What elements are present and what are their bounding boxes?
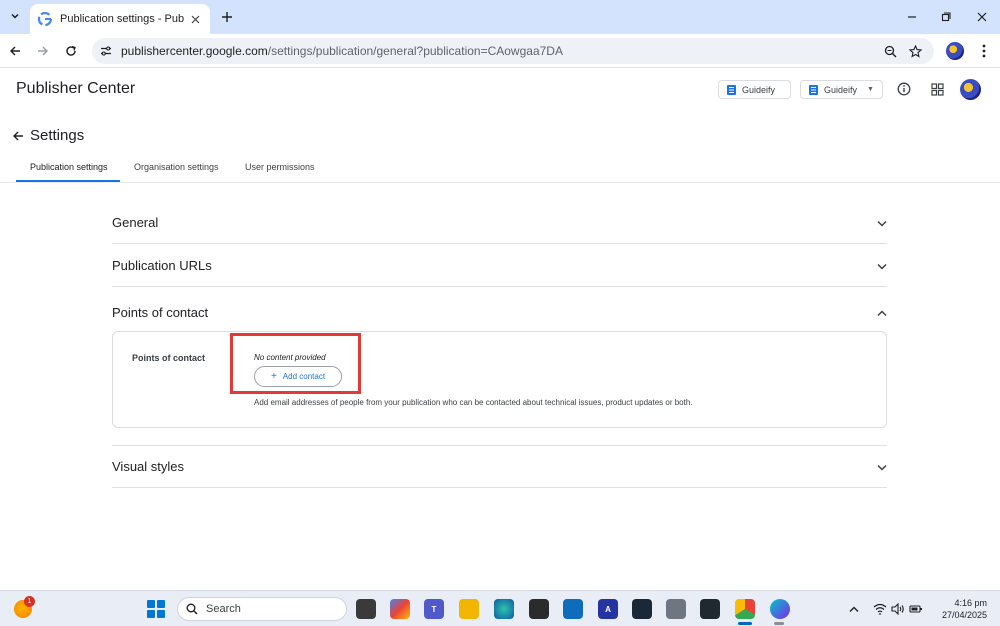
points-of-contact-card: Points of contact No content provided + … [112, 331, 887, 428]
back-arrow-icon[interactable] [11, 129, 25, 143]
minimize-icon[interactable] [903, 8, 921, 26]
section-divider [112, 286, 887, 287]
teams-icon[interactable]: T [424, 599, 444, 619]
info-icon[interactable] [896, 81, 912, 97]
windows-start-icon[interactable] [147, 600, 165, 618]
notification-badge: 1 [24, 596, 35, 607]
canva-open-indicator [774, 622, 784, 625]
task-view-icon[interactable] [356, 599, 376, 619]
bookmark-star-icon[interactable] [907, 43, 923, 59]
user-avatar[interactable] [960, 79, 981, 100]
section-divider [112, 243, 887, 244]
contact-help-text: Add email addresses of people from your … [254, 398, 693, 407]
steam-icon[interactable] [632, 599, 652, 619]
url-text: publishercenter.google.com/settings/publ… [121, 44, 563, 58]
tab-search-icon[interactable] [5, 6, 25, 26]
publication-icon [727, 84, 736, 95]
section-general-header[interactable]: General [112, 214, 887, 234]
google-favicon-icon [38, 12, 52, 26]
chevron-down-icon [876, 461, 888, 473]
chrome-icon[interactable] [735, 599, 755, 619]
app-a-icon[interactable]: A [598, 599, 618, 619]
active-tab-indicator [16, 180, 120, 182]
zoom-icon[interactable] [882, 43, 898, 59]
close-window-icon[interactable] [973, 8, 991, 26]
chevron-down-icon [876, 260, 888, 272]
edge-icon[interactable] [494, 599, 514, 619]
tab-user-permissions[interactable]: User permissions [245, 162, 315, 172]
chevron-up-icon [876, 307, 888, 319]
back-icon[interactable] [5, 41, 25, 61]
tab-publication-settings[interactable]: Publication settings [30, 162, 108, 172]
app-pro-icon[interactable] [666, 599, 686, 619]
section-divider [112, 487, 887, 488]
publication-button-label: Guideify [742, 84, 776, 95]
restore-icon[interactable] [937, 8, 955, 26]
reload-icon[interactable] [61, 41, 81, 61]
publication-button[interactable]: Guideify [718, 80, 791, 99]
browser-toolbar: publishercenter.google.com/settings/publ… [0, 34, 1000, 68]
chrome-active-indicator [738, 622, 752, 625]
microsoft-store-icon[interactable] [563, 599, 583, 619]
search-label: Search [206, 603, 241, 615]
forward-icon[interactable] [33, 41, 53, 61]
chevron-up-tray-icon[interactable] [846, 601, 862, 617]
canva-icon[interactable] [770, 599, 790, 619]
publication-selector-label: Guideify [824, 84, 858, 95]
app-title: Publisher Center [16, 80, 136, 97]
terminal-app-icon[interactable] [700, 599, 720, 619]
site-info-icon[interactable] [98, 43, 114, 59]
url-domain: publishercenter.google.com [121, 44, 268, 58]
battery-icon[interactable] [908, 601, 924, 617]
wifi-icon[interactable] [872, 601, 888, 617]
app-hex-icon[interactable] [529, 599, 549, 619]
section-title-points-of-contact: Points of contact [112, 305, 209, 320]
url-path: /settings/publication/general?publicatio… [267, 44, 563, 58]
section-points-of-contact-header[interactable]: Points of contact [112, 304, 887, 324]
chevron-down-icon [876, 217, 888, 229]
address-bar[interactable]: publishercenter.google.com/settings/publ… [92, 38, 934, 64]
windows-taskbar: 1 Search T A 4:16 pm 27/04/2025 [0, 590, 1000, 626]
caret-down-icon: ▼ [867, 86, 874, 93]
new-tab-icon[interactable] [218, 8, 236, 26]
settings-tabs: Publication settings Organisation settin… [0, 152, 1000, 183]
section-title-visual-styles: Visual styles [112, 459, 185, 474]
apps-grid-icon[interactable] [929, 81, 945, 97]
clock-time: 4:16 pm [954, 598, 987, 608]
page-title: Settings [30, 127, 85, 144]
clock-date: 27/04/2025 [941, 610, 987, 620]
taskbar-clock[interactable]: 4:16 pm 27/04/2025 [933, 597, 987, 621]
tab-close-icon[interactable] [188, 12, 202, 26]
tab-title: Publication settings - Publisher [60, 13, 184, 25]
taskbar-search-box[interactable]: Search [177, 597, 347, 621]
browser-tab-bar: Publication settings - Publisher [0, 0, 1000, 34]
section-publication-urls-header[interactable]: Publication URLs [112, 257, 887, 277]
publication-selector-dropdown[interactable]: Guideify ▼ [800, 80, 883, 99]
browser-menu-icon[interactable] [976, 42, 992, 60]
highlight-annotation-box [230, 333, 361, 394]
publication-icon [809, 84, 818, 95]
copilot-icon[interactable] [390, 599, 410, 619]
browser-tab-active[interactable]: Publication settings - Publisher [30, 4, 210, 34]
points-of-contact-label: Points of contact [132, 353, 206, 363]
tab-organisation-settings[interactable]: Organisation settings [134, 162, 219, 172]
section-title-publication-urls: Publication URLs [112, 258, 212, 273]
search-icon [186, 603, 198, 615]
section-visual-styles-header[interactable]: Visual styles [112, 458, 887, 478]
section-divider [112, 445, 887, 446]
section-title-general: General [112, 215, 159, 230]
file-explorer-icon[interactable] [459, 599, 479, 619]
volume-icon[interactable] [890, 601, 906, 617]
browser-profile-avatar[interactable] [946, 42, 964, 60]
